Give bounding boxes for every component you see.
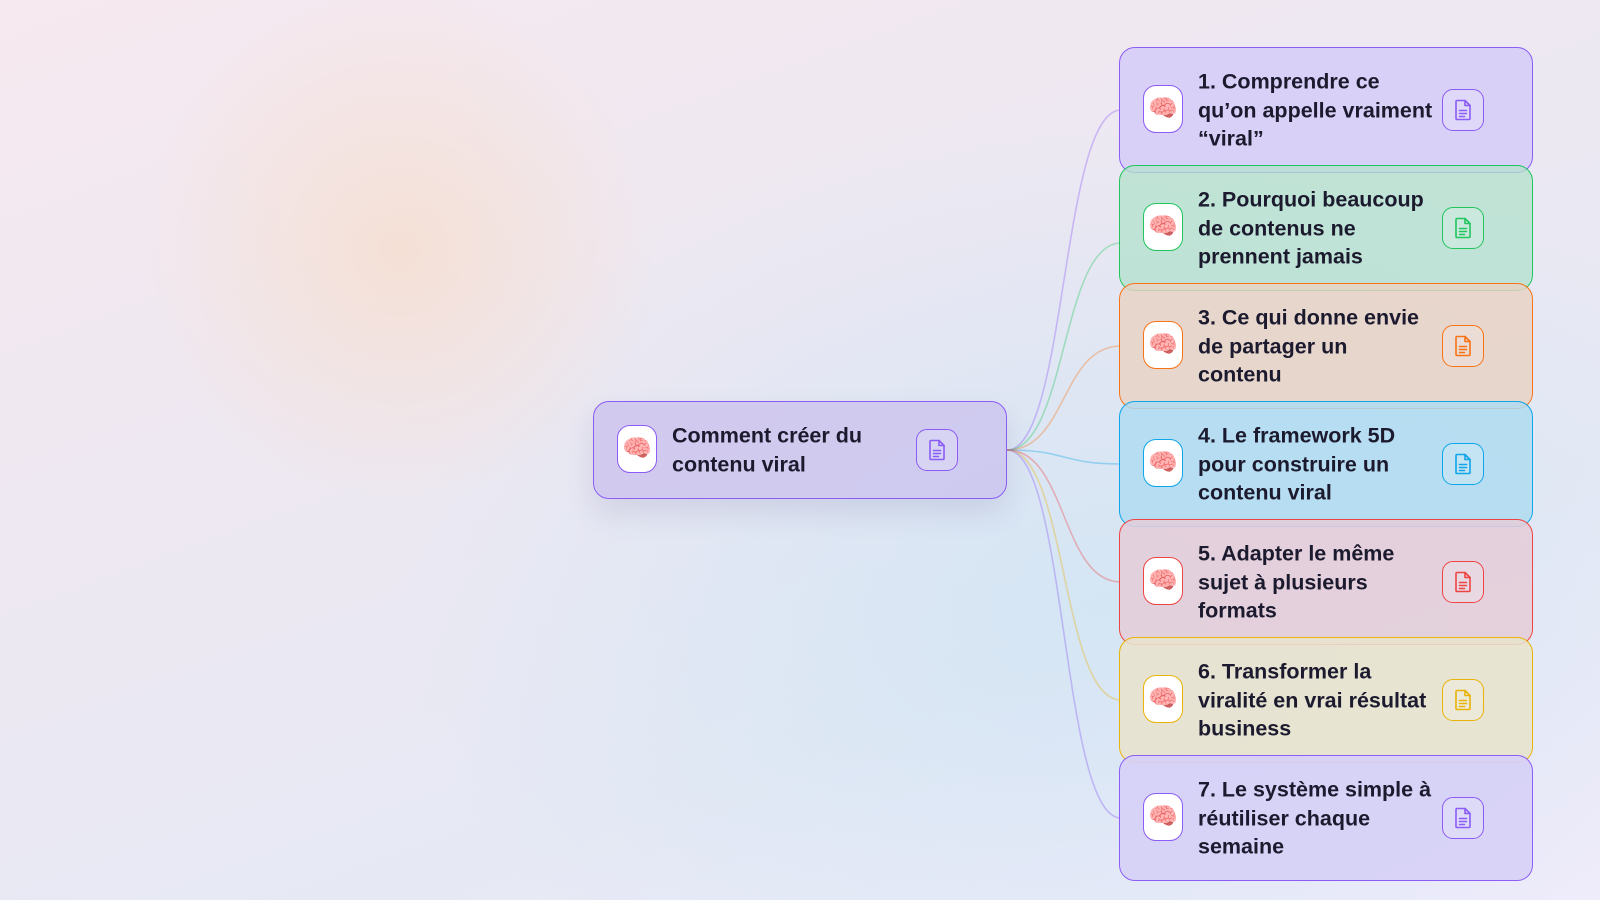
branch-node-5[interactable]: 🧠 5. Adapter le même sujet à plusieurs f… [1119, 519, 1533, 645]
connector-line-7 [1006, 449, 1122, 819]
document-icon[interactable] [1442, 443, 1484, 485]
document-icon[interactable] [1442, 679, 1484, 721]
document-icon[interactable] [916, 429, 958, 471]
connector-line-6 [1006, 449, 1122, 701]
branch-label-3: 3. Ce qui donne envie de partager un con… [1198, 305, 1420, 387]
branch-node-6[interactable]: 🧠 6. Transformer la viralité en vrai rés… [1119, 637, 1533, 763]
document-icon[interactable] [1442, 207, 1484, 249]
root-topic-label: Comment créer du contenu viral [672, 423, 862, 477]
document-icon[interactable] [1442, 561, 1484, 603]
branch-label-2: 2. Pourquoi beaucoup de contenus ne pren… [1198, 187, 1424, 269]
connector-line-3 [1006, 345, 1122, 451]
branch-node-1[interactable]: 🧠 1. Comprendre ce qu’on appelle vraimen… [1119, 47, 1533, 173]
branch-label-5: 5. Adapter le même sujet à plusieurs for… [1198, 541, 1395, 623]
connector-line-4 [1006, 449, 1122, 465]
brain-icon: 🧠 [1143, 439, 1183, 487]
brain-icon: 🧠 [1143, 321, 1183, 369]
document-icon[interactable] [1442, 325, 1484, 367]
branch-label-6: 6. Transformer la viralité en vrai résul… [1198, 659, 1427, 741]
connector-line-5 [1006, 449, 1122, 583]
brain-icon: 🧠 [1143, 203, 1183, 251]
document-icon[interactable] [1442, 797, 1484, 839]
brain-icon: 🧠 [617, 425, 657, 473]
brain-icon: 🧠 [1143, 557, 1183, 605]
branch-node-3[interactable]: 🧠 3. Ce qui donne envie de partager un c… [1119, 283, 1533, 409]
root-topic-node[interactable]: 🧠 Comment créer du contenu viral [593, 401, 1007, 499]
brain-icon: 🧠 [1143, 793, 1183, 841]
branch-label-7: 7. Le système simple à réutiliser chaque… [1198, 777, 1432, 859]
branch-label-4: 4. Le framework 5D pour construire un co… [1198, 423, 1396, 505]
branch-node-4[interactable]: 🧠 4. Le framework 5D pour construire un … [1119, 401, 1533, 527]
brain-icon: 🧠 [1143, 85, 1183, 133]
branch-label-1: 1. Comprendre ce qu’on appelle vraiment … [1198, 69, 1433, 151]
connector-line-1 [1006, 109, 1122, 451]
connector-line-2 [1006, 242, 1122, 451]
document-icon[interactable] [1442, 89, 1484, 131]
brain-icon: 🧠 [1143, 675, 1183, 723]
branch-node-2[interactable]: 🧠 2. Pourquoi beaucoup de contenus ne pr… [1119, 165, 1533, 291]
branch-node-7[interactable]: 🧠 7. Le système simple à réutiliser chaq… [1119, 755, 1533, 881]
